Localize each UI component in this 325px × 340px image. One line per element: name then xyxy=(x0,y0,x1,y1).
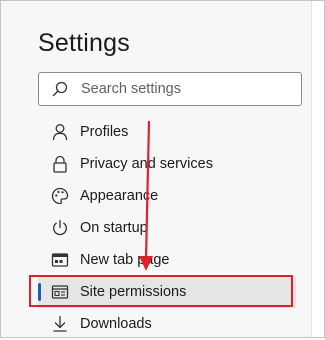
scrollbar[interactable] xyxy=(311,1,324,337)
menu-item-profiles[interactable]: Profiles xyxy=(38,116,296,148)
settings-sidebar: Settings Profiles xyxy=(1,1,311,337)
search-input[interactable] xyxy=(75,74,301,104)
menu-item-label: Appearance xyxy=(80,188,159,204)
menu-item-label: Site permissions xyxy=(80,284,187,300)
menu-item-site-permissions[interactable]: Site permissions xyxy=(38,276,296,308)
menu-item-label: Downloads xyxy=(80,316,152,332)
lock-icon xyxy=(48,152,72,176)
menu-item-privacy[interactable]: Privacy and services xyxy=(38,148,296,180)
site-permissions-icon xyxy=(48,280,72,304)
download-icon xyxy=(48,312,72,336)
menu-item-appearance[interactable]: Appearance xyxy=(38,180,296,212)
new-tab-icon xyxy=(48,248,72,272)
palette-icon xyxy=(48,184,72,208)
search-box[interactable] xyxy=(38,72,302,106)
menu-item-label: New tab page xyxy=(80,252,170,268)
menu-item-downloads[interactable]: Downloads xyxy=(38,308,296,340)
menu-item-new-tab-page[interactable]: New tab page xyxy=(38,244,296,276)
menu-item-label: On startup xyxy=(80,220,148,236)
settings-window: Settings Profiles xyxy=(0,0,325,338)
menu-item-label: Privacy and services xyxy=(80,156,213,172)
search-icon xyxy=(45,73,75,105)
power-icon xyxy=(48,216,72,240)
page-title: Settings xyxy=(38,29,130,57)
person-icon xyxy=(48,120,72,144)
active-indicator xyxy=(38,283,41,301)
menu-item-on-startup[interactable]: On startup xyxy=(38,212,296,244)
menu-item-label: Profiles xyxy=(80,124,129,140)
